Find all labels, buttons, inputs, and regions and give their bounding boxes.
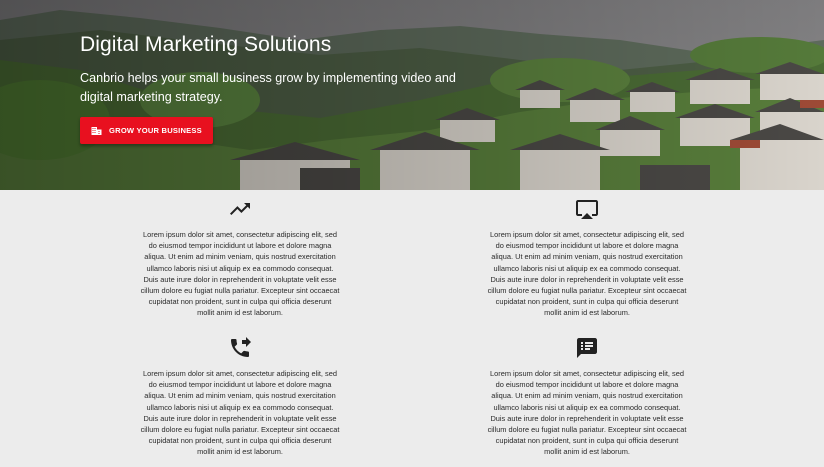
building-icon	[91, 126, 102, 136]
feature-card: Lorem ipsum dolor sit amet, consectetur …	[140, 336, 340, 458]
feature-card: Lorem ipsum dolor sit amet, consectetur …	[487, 197, 687, 319]
airplay-icon	[576, 200, 598, 219]
feature-description: Lorem ipsum dolor sit amet, consectetur …	[140, 369, 340, 457]
trending-up-icon	[230, 203, 250, 215]
feature-description: Lorem ipsum dolor sit amet, consectetur …	[140, 230, 340, 318]
cta-label: GROW YOUR BUSINESS	[109, 126, 202, 135]
hero-banner: Digital Marketing Solutions Canbrio help…	[0, 0, 824, 190]
hero-subtitle: Canbrio helps your small business grow b…	[80, 71, 456, 104]
feature-description: Lorem ipsum dolor sit amet, consectetur …	[487, 230, 687, 318]
feature-card: Lorem ipsum dolor sit amet, consectetur …	[140, 197, 340, 319]
feature-card: Lorem ipsum dolor sit amet, consectetur …	[487, 336, 687, 458]
grow-your-business-button[interactable]: GROW YOUR BUSINESS	[80, 117, 213, 144]
chat-list-icon	[577, 338, 597, 358]
features-section: Lorem ipsum dolor sit amet, consectetur …	[0, 190, 824, 467]
hero-title: Digital Marketing Solutions	[80, 33, 332, 56]
phone-forwarded-icon	[231, 337, 251, 357]
hero-content: Digital Marketing Solutions Canbrio help…	[80, 32, 500, 107]
feature-description: Lorem ipsum dolor sit amet, consectetur …	[487, 369, 687, 457]
